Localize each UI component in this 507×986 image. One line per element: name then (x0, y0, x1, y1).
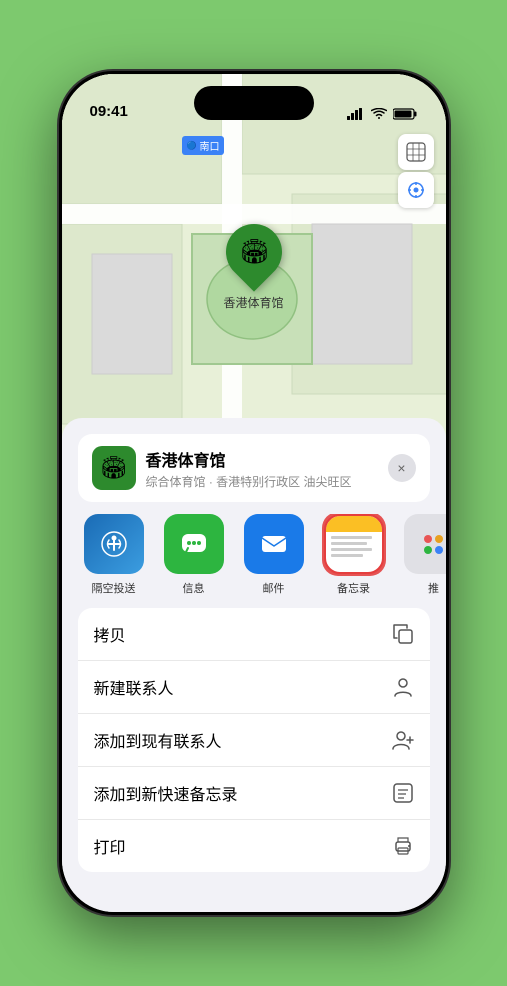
stadium-pin: 🏟 香港体育馆 (223, 224, 283, 311)
action-print[interactable]: 打印 (78, 820, 430, 872)
signal-icon (347, 108, 365, 120)
location-description: 综合体育馆 · 香港特别行政区 油尖旺区 (146, 473, 378, 490)
notes-icon-wrap (324, 514, 384, 574)
copy-icon (392, 623, 414, 645)
more-icon-wrap (404, 514, 446, 574)
share-message[interactable]: 信息 (154, 514, 234, 596)
airdrop-label: 隔空投送 (92, 580, 136, 596)
action-print-label: 打印 (94, 834, 126, 858)
action-copy-label: 拷贝 (94, 622, 126, 646)
stadium-icon: 🏟 (238, 238, 268, 267)
map-type-icon (406, 142, 426, 162)
action-new-contact[interactable]: 新建联系人 (78, 661, 430, 714)
person-add-icon (392, 729, 414, 751)
mail-icon (258, 528, 290, 560)
dynamic-island (194, 86, 314, 120)
location-icon (407, 181, 425, 199)
wifi-icon (371, 108, 387, 120)
share-more[interactable]: 推 (394, 514, 446, 596)
location-info: 香港体育馆 综合体育馆 · 香港特别行政区 油尖旺区 (146, 447, 378, 490)
location-card: 🏟 香港体育馆 综合体育馆 · 香港特别行政区 油尖旺区 × (78, 434, 430, 502)
print-icon (392, 835, 414, 857)
share-airdrop[interactable]: 隔空投送 (74, 514, 154, 596)
battery-icon (393, 108, 418, 120)
mail-icon-wrap (244, 514, 304, 574)
action-list: 拷贝 新建联系人 添加到现有联系人 (78, 608, 430, 872)
map-controls (398, 134, 434, 208)
share-mail[interactable]: 邮件 (234, 514, 314, 596)
bottom-spacer (62, 872, 446, 912)
action-quick-note[interactable]: 添加到新快速备忘录 (78, 767, 430, 820)
action-add-existing[interactable]: 添加到现有联系人 (78, 714, 430, 767)
action-add-existing-label: 添加到现有联系人 (94, 728, 222, 752)
quick-note-icon (392, 782, 414, 804)
phone-inner: 09:41 (62, 74, 446, 912)
share-notes[interactable]: 备忘录 (314, 514, 394, 596)
person-icon (392, 676, 414, 698)
share-row: 隔空投送 信息 (62, 514, 446, 608)
pin-circle: 🏟 (214, 212, 293, 291)
action-copy[interactable]: 拷贝 (78, 608, 430, 661)
map-label: 🔵 南口 (182, 136, 225, 155)
message-label: 信息 (183, 580, 205, 596)
message-icon (178, 528, 210, 560)
map-type-button[interactable] (398, 134, 434, 170)
location-name: 香港体育馆 (146, 447, 378, 471)
status-time: 09:41 (90, 103, 128, 120)
location-venue-icon: 🏟 (92, 446, 136, 490)
message-icon-wrap (164, 514, 224, 574)
action-new-contact-label: 新建联系人 (94, 675, 174, 699)
notes-label: 备忘录 (337, 580, 370, 596)
more-label: 推 (428, 580, 439, 596)
airdrop-icon (98, 528, 130, 560)
action-quick-note-label: 添加到新快速备忘录 (94, 781, 238, 805)
bottom-sheet: 🏟 香港体育馆 综合体育馆 · 香港特别行政区 油尖旺区 × (62, 418, 446, 912)
close-button[interactable]: × (388, 454, 416, 482)
phone-frame: 09:41 (59, 71, 449, 915)
pin-label: 香港体育馆 (223, 294, 283, 311)
location-button[interactable] (398, 172, 434, 208)
mail-label: 邮件 (263, 580, 285, 596)
status-icons (347, 108, 418, 120)
airdrop-icon-wrap (84, 514, 144, 574)
